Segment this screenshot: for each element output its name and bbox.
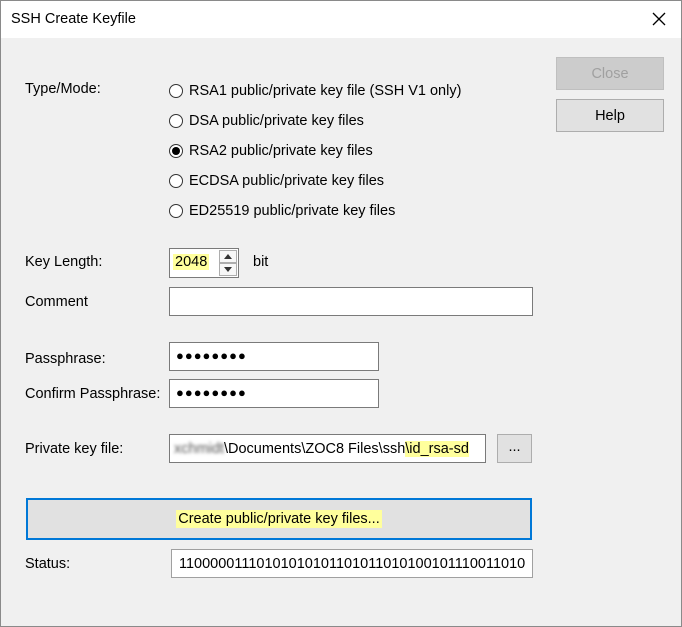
close-icon: [652, 12, 666, 26]
close-window-button[interactable]: [641, 3, 677, 35]
passphrase-value: ●●●●●●●●: [176, 348, 247, 363]
radio-button[interactable]: [169, 174, 183, 188]
browse-button[interactable]: ...: [497, 434, 532, 463]
title-bar: SSH Create Keyfile: [1, 1, 681, 38]
confirm-passphrase-input[interactable]: ●●●●●●●●: [169, 379, 379, 408]
redacted-username: xchmidt: [174, 441, 224, 457]
create-key-files-label: Create public/private key files...: [176, 510, 382, 528]
chevron-down-icon: [224, 267, 232, 272]
ssh-create-keyfile-dialog: SSH Create Keyfile Close Help Type/Mode:…: [0, 0, 682, 627]
passphrase-label: Passphrase:: [25, 351, 106, 367]
radio-ecdsa[interactable]: ECDSA public/private key files: [169, 171, 384, 191]
key-length-unit: bit: [253, 254, 269, 270]
radio-ed25519-label: ED25519 public/private key files: [189, 203, 396, 219]
radio-dsa[interactable]: DSA public/private key files: [169, 111, 364, 131]
passphrase-input[interactable]: ●●●●●●●●: [169, 342, 379, 371]
create-key-files-button[interactable]: Create public/private key files...: [26, 498, 532, 540]
radio-rsa1[interactable]: RSA1 public/private key file (SSH V1 onl…: [169, 81, 461, 101]
window-title: SSH Create Keyfile: [11, 11, 136, 27]
radio-rsa2-label: RSA2 public/private key files: [189, 143, 373, 159]
chevron-up-icon: [224, 254, 232, 259]
radio-ed25519[interactable]: ED25519 public/private key files: [169, 201, 395, 221]
confirm-passphrase-value: ●●●●●●●●: [176, 385, 247, 400]
file-name-highlight: \id_rsa-sd: [405, 441, 469, 457]
radio-ecdsa-label: ECDSA public/private key files: [189, 173, 385, 189]
radio-button-checked[interactable]: [169, 144, 183, 158]
comment-label: Comment: [25, 294, 88, 310]
spin-up-button[interactable]: [219, 250, 237, 263]
comment-input[interactable]: [169, 287, 533, 316]
status-label: Status:: [25, 556, 71, 572]
path-middle: \Documents\ZOC8 Files\ssh: [223, 441, 406, 457]
radio-rsa2[interactable]: RSA2 public/private key files: [169, 141, 373, 161]
help-button[interactable]: Help: [556, 99, 664, 132]
key-length-label: Key Length:: [25, 254, 103, 270]
key-length-input[interactable]: 2048: [173, 254, 210, 270]
confirm-passphrase-label: Confirm Passphrase:: [25, 386, 161, 402]
status-field: 1100000111010101010110101101010010111001…: [171, 549, 533, 578]
radio-button[interactable]: [169, 114, 183, 128]
radio-button[interactable]: [169, 204, 183, 218]
private-key-file-input[interactable]: xchmidt\Documents\ZOC8 Files\ssh\id_rsa-…: [169, 434, 486, 463]
key-length-spinner: 2048: [169, 248, 239, 278]
private-key-file-path: xchmidt\Documents\ZOC8 Files\ssh\id_rsa-…: [174, 441, 469, 457]
spin-down-button[interactable]: [219, 263, 237, 276]
status-value: 1100000111010101010110101101010010111001…: [179, 556, 526, 572]
radio-rsa1-label: RSA1 public/private key file (SSH V1 onl…: [189, 83, 462, 99]
radio-dsa-label: DSA public/private key files: [189, 113, 364, 129]
close-button[interactable]: Close: [556, 57, 664, 90]
radio-button[interactable]: [169, 84, 183, 98]
private-key-file-label: Private key file:: [25, 441, 124, 457]
type-mode-label: Type/Mode:: [25, 81, 101, 97]
